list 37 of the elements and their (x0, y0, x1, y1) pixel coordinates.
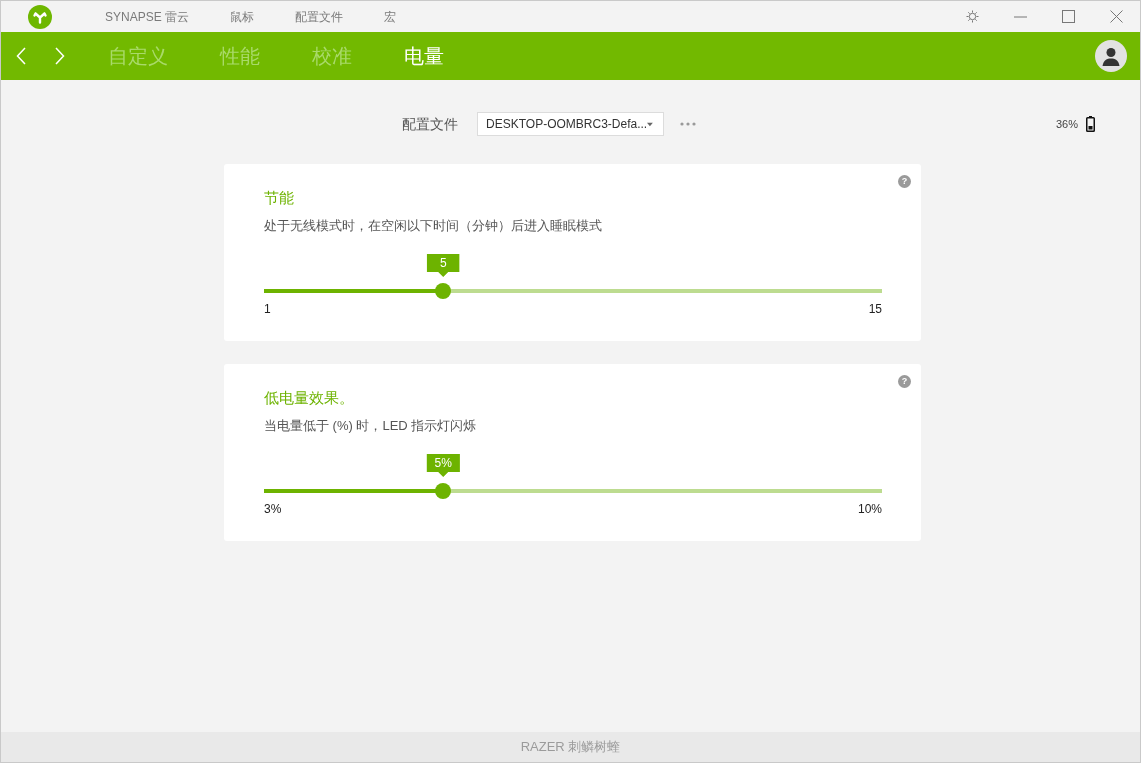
tab[interactable]: 性能 (220, 43, 260, 69)
nav-link[interactable]: 配置文件 (295, 7, 344, 26)
slider-max-label: 10% (857, 501, 882, 517)
profile-dropdown[interactable]: DESKTOP-OOMBRC3-Defa... (477, 112, 664, 136)
card-title: 低电量效果。 (264, 388, 355, 408)
value-bubble: 5 (426, 254, 460, 277)
nav-link[interactable]: 宏 (384, 7, 397, 26)
slider-thumb[interactable] (435, 483, 452, 499)
minimize-icon[interactable] (1013, 15, 1027, 18)
tab[interactable]: 校准 (312, 43, 352, 69)
help-button[interactable]: ? (898, 175, 911, 188)
battery-percent: 36% (1055, 118, 1078, 130)
more-icon[interactable] (680, 122, 696, 126)
nav-link[interactable]: SYNAPSE 雷云 (105, 7, 190, 26)
logo-icon (28, 4, 52, 29)
tab[interactable]: 电量 (404, 43, 444, 69)
back-icon[interactable] (16, 47, 26, 65)
slider-min-label: 3% (264, 501, 282, 517)
caret-icon (647, 121, 653, 127)
slider-min-label: 1 (264, 301, 271, 317)
card-description: 当电量低于 (%) 时，LED 指示灯闪烁 (264, 417, 478, 435)
close-icon[interactable] (1109, 10, 1123, 23)
footer-brand: RAZER 刺鳞树蝰 (520, 738, 621, 756)
avatar-icon[interactable] (1095, 40, 1127, 72)
card-title: 节能 (264, 188, 295, 208)
battery-icon (1086, 116, 1095, 132)
value-bubble: 5% (426, 454, 460, 477)
slider-thumb[interactable] (435, 283, 452, 299)
card-description: 处于无线模式时，在空闲以下时间（分钟）后进入睡眠模式 (264, 217, 603, 235)
forward-icon[interactable] (55, 47, 65, 65)
profile-label: 配置文件 (402, 115, 458, 133)
slider-max-label: 15 (868, 301, 882, 317)
nav-link[interactable]: 鼠标 (230, 7, 255, 26)
tab[interactable]: 自定义 (108, 43, 168, 69)
help-button[interactable]: ? (898, 375, 911, 388)
maximize-icon[interactable] (1061, 10, 1075, 23)
settings-icon[interactable] (965, 10, 979, 23)
